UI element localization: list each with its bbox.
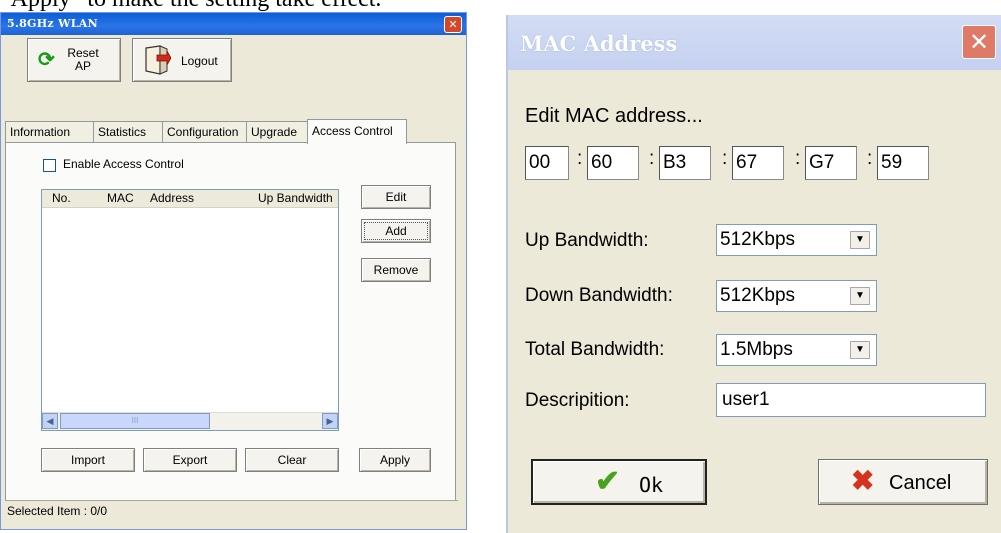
reset-ap-button[interactable]: ⟳ Reset AP bbox=[27, 38, 121, 82]
mac-separator: : bbox=[649, 148, 655, 169]
column-header-no[interactable]: No. bbox=[52, 190, 71, 207]
mac-separator: : bbox=[577, 148, 583, 169]
access-list[interactable]: No. MAC Address Up Bandwidth ◀ III ▶ bbox=[41, 189, 339, 431]
scroll-thumb[interactable]: III bbox=[60, 413, 210, 429]
mac-octet-3-input[interactable]: B3 bbox=[659, 146, 711, 180]
cancel-button[interactable]: ✖ Cancel bbox=[818, 459, 988, 505]
tab-upgrade[interactable]: Upgrade bbox=[246, 121, 308, 142]
edit-button[interactable]: Edit bbox=[361, 185, 431, 209]
apply-button[interactable]: Apply bbox=[359, 448, 431, 472]
down-bandwidth-value: 512Kbps bbox=[720, 285, 796, 306]
description-input[interactable]: user1 bbox=[716, 383, 986, 417]
column-header-address[interactable]: Address bbox=[150, 190, 194, 207]
enable-access-control-label: Enable Access Control bbox=[63, 157, 184, 171]
page-caption: “Apply” to make the setting take effect. bbox=[0, 0, 560, 12]
checkmark-icon: ✔ bbox=[595, 465, 621, 498]
wlan-close-button[interactable]: ✕ bbox=[444, 16, 462, 33]
logout-label: Logout bbox=[181, 54, 218, 68]
up-bandwidth-value: 512Kbps bbox=[720, 229, 796, 250]
logout-door-icon bbox=[145, 45, 171, 75]
ok-button[interactable]: ✔ Ok bbox=[531, 459, 707, 505]
mac-octet-4-input[interactable]: 67 bbox=[732, 146, 784, 180]
cancel-x-icon: ✖ bbox=[851, 465, 875, 496]
mac-separator: : bbox=[722, 148, 728, 169]
edit-mac-label: Edit MAC address... bbox=[525, 105, 703, 127]
status-bar: Selected Item : 0/0 bbox=[5, 500, 458, 521]
export-button[interactable]: Export bbox=[143, 448, 237, 472]
column-header-up-bandwidth[interactable]: Up Bandwidth bbox=[258, 190, 333, 207]
total-bandwidth-value: 1.5Mbps bbox=[720, 339, 793, 360]
mac-octet-1-input[interactable]: 00 bbox=[525, 146, 569, 180]
mac-dialog-titlebar: MAC Address ✕ bbox=[508, 15, 1001, 70]
clear-button[interactable]: Clear bbox=[245, 448, 339, 472]
add-button[interactable]: Add bbox=[361, 219, 431, 243]
up-bandwidth-label: Up Bandwidth: bbox=[525, 230, 649, 251]
enable-access-control-checkbox[interactable] bbox=[43, 159, 56, 172]
description-label: Descripition: bbox=[525, 390, 630, 411]
ok-label: Ok bbox=[639, 473, 664, 497]
tab-configuration[interactable]: Configuration bbox=[162, 121, 247, 142]
down-bandwidth-label: Down Bandwidth: bbox=[525, 285, 673, 306]
logout-button[interactable]: Logout bbox=[132, 38, 232, 82]
up-bandwidth-select[interactable]: 512Kbps ▼ bbox=[716, 224, 877, 256]
mac-octet-6-input[interactable]: 59 bbox=[877, 146, 929, 180]
mac-separator: : bbox=[795, 148, 801, 169]
column-header-mac[interactable]: MAC bbox=[107, 190, 134, 207]
remove-button[interactable]: Remove bbox=[361, 258, 431, 282]
dropdown-arrow-icon[interactable]: ▼ bbox=[850, 341, 870, 359]
dropdown-arrow-icon[interactable]: ▼ bbox=[850, 231, 870, 249]
horizontal-scrollbar[interactable]: ◀ III ▶ bbox=[42, 412, 338, 430]
mac-separator: : bbox=[867, 148, 873, 169]
import-button[interactable]: Import bbox=[41, 448, 135, 472]
tab-statistics[interactable]: Statistics bbox=[93, 121, 163, 142]
tab-information[interactable]: Information bbox=[5, 121, 94, 142]
mac-octet-5-input[interactable]: G7 bbox=[805, 146, 857, 180]
refresh-icon: ⟳ bbox=[38, 49, 55, 71]
wlan-titlebar: 5.8GHz WLAN ✕ bbox=[1, 13, 466, 35]
access-list-header: No. MAC Address Up Bandwidth bbox=[42, 190, 338, 208]
mac-dialog-close-button[interactable]: ✕ bbox=[962, 25, 996, 59]
dropdown-arrow-icon[interactable]: ▼ bbox=[850, 287, 870, 305]
scroll-right-icon[interactable]: ▶ bbox=[322, 413, 338, 429]
scroll-left-icon[interactable]: ◀ bbox=[42, 413, 58, 429]
mac-address-dialog: MAC Address ✕ bbox=[506, 15, 1001, 533]
reset-ap-label: Reset AP bbox=[67, 46, 99, 73]
down-bandwidth-select[interactable]: 512Kbps ▼ bbox=[716, 280, 877, 312]
total-bandwidth-label: Total Bandwidth: bbox=[525, 339, 665, 360]
tab-access-control[interactable]: Access Control bbox=[307, 119, 407, 144]
wlan-window-title: 5.8GHz WLAN bbox=[7, 17, 98, 30]
mac-octet-2-input[interactable]: 60 bbox=[587, 146, 639, 180]
total-bandwidth-select[interactable]: 1.5Mbps ▼ bbox=[716, 334, 877, 366]
cancel-label: Cancel bbox=[889, 472, 952, 494]
mac-dialog-title: MAC Address bbox=[520, 31, 678, 56]
